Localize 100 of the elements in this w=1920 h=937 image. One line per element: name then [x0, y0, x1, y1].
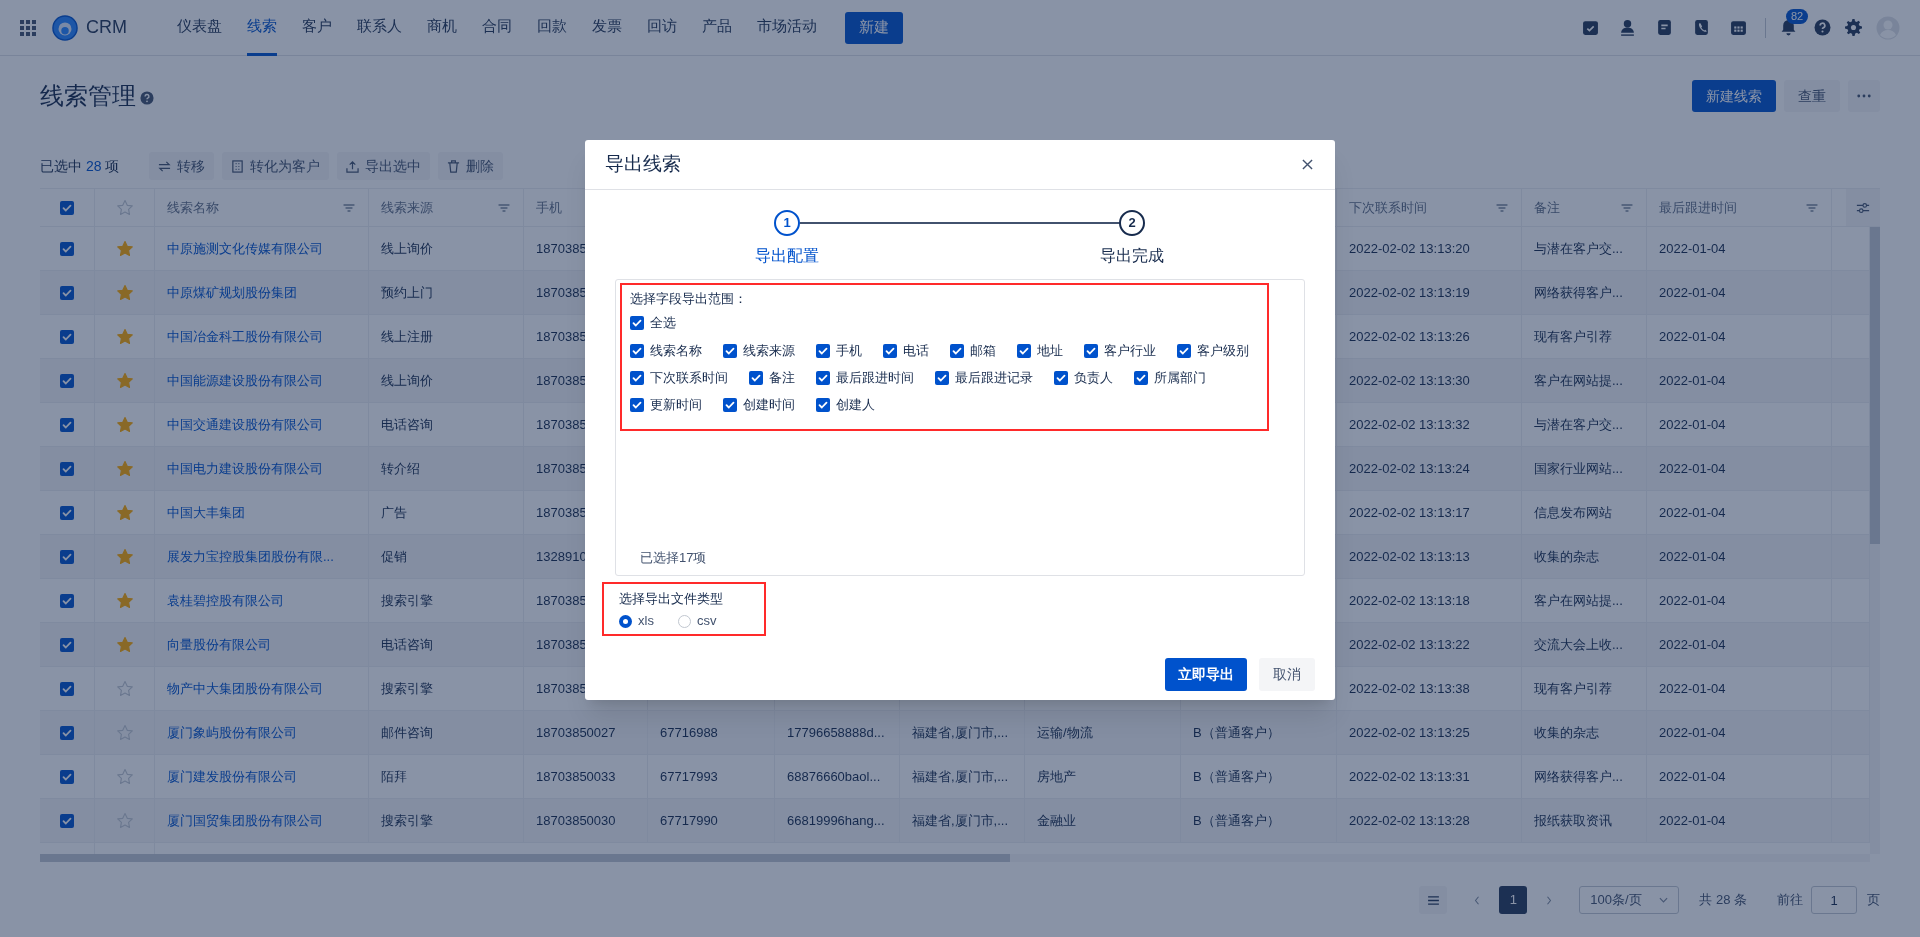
calendar-check-icon[interactable]: [1582, 19, 1599, 36]
nav-tab[interactable]: 市场活动: [757, 0, 817, 56]
list-view-button[interactable]: [1419, 886, 1448, 914]
lead-name-link[interactable]: 中国电力建设股份有限公司: [167, 458, 323, 479]
nav-tab[interactable]: 产品: [702, 0, 732, 56]
star-icon[interactable]: [115, 459, 134, 478]
field-checkbox[interactable]: 负责人: [1054, 364, 1113, 391]
checkbox[interactable]: [60, 461, 74, 476]
field-checkbox[interactable]: 更新时间: [630, 391, 702, 418]
lead-name-link[interactable]: 中国大丰集团: [167, 502, 245, 523]
checkbox[interactable]: [60, 813, 74, 828]
nav-tab[interactable]: 客户: [302, 0, 332, 56]
nav-tab[interactable]: 线索: [247, 0, 277, 56]
star-icon[interactable]: [115, 635, 134, 654]
star-icon[interactable]: [115, 547, 134, 566]
radio-button[interactable]: [619, 614, 632, 628]
checkbox[interactable]: [60, 417, 74, 432]
app-grid-icon[interactable]: [20, 19, 36, 36]
star-icon[interactable]: [115, 811, 134, 830]
calendar-icon[interactable]: [1730, 19, 1747, 36]
vertical-scrollbar[interactable]: [1870, 227, 1880, 854]
cancel-button[interactable]: 取消: [1259, 658, 1315, 691]
document-icon[interactable]: [1656, 19, 1673, 36]
field-checkbox[interactable]: 最后跟进记录: [935, 364, 1033, 391]
star-icon[interactable]: [115, 415, 134, 434]
star-icon[interactable]: [115, 767, 134, 786]
nav-tab[interactable]: 回访: [647, 0, 677, 56]
field-checkbox[interactable]: 创建时间: [723, 391, 795, 418]
nav-tab[interactable]: 回款: [537, 0, 567, 56]
checkbox[interactable]: [60, 241, 74, 256]
checkbox[interactable]: [60, 505, 74, 520]
nav-tab[interactable]: 仪表盘: [177, 0, 222, 56]
lead-name-link[interactable]: 向量股份有限公司: [167, 634, 271, 655]
column-settings-button[interactable]: [1846, 189, 1880, 226]
field-checkbox[interactable]: 客户级别: [1177, 337, 1249, 364]
checkbox[interactable]: [60, 769, 74, 784]
star-icon[interactable]: [115, 239, 134, 258]
horizontal-scrollbar[interactable]: [40, 854, 1870, 862]
checkbox[interactable]: [60, 637, 74, 652]
goto-page-input[interactable]: 1: [1811, 886, 1857, 914]
file-type-radio[interactable]: csv: [677, 611, 717, 631]
star-icon[interactable]: [115, 591, 134, 610]
field-checkbox[interactable]: 电话: [883, 337, 929, 364]
star-icon[interactable]: [115, 198, 134, 217]
field-checkbox[interactable]: 最后跟进时间: [816, 364, 914, 391]
new-lead-button[interactable]: 新建线索: [1692, 80, 1776, 112]
lead-name-link[interactable]: 中国冶金科工股份有限公司: [167, 326, 323, 347]
toolbar-button[interactable]: 导出选中: [337, 152, 431, 180]
lead-name-link[interactable]: 中原施测文化传媒有限公司: [167, 238, 323, 259]
checkbox[interactable]: [60, 593, 74, 608]
field-checkbox[interactable]: 线索来源: [723, 337, 795, 364]
star-icon[interactable]: [115, 327, 134, 346]
star-icon[interactable]: [115, 679, 134, 698]
checkbox[interactable]: [60, 373, 74, 388]
radio-button[interactable]: [677, 614, 691, 628]
settings-icon[interactable]: [1845, 19, 1862, 36]
field-checkbox[interactable]: 创建人: [816, 391, 875, 418]
toolbar-button[interactable]: 删除: [438, 152, 504, 180]
create-button[interactable]: 新建: [845, 11, 903, 44]
field-checkbox[interactable]: 线索名称: [630, 337, 702, 364]
page-size-select[interactable]: 100条/页: [1579, 886, 1680, 914]
checkbox[interactable]: [60, 329, 74, 344]
dedupe-button[interactable]: 查重: [1784, 80, 1840, 112]
nav-tab[interactable]: 合同: [482, 0, 512, 56]
select-all-checkbox[interactable]: 全选: [630, 309, 676, 337]
lead-name-link[interactable]: 展发力宝控股集团股份有限...: [167, 546, 334, 567]
field-checkbox[interactable]: 客户行业: [1084, 337, 1156, 364]
checkbox[interactable]: [60, 200, 74, 215]
field-checkbox[interactable]: 所属部门: [1134, 364, 1206, 391]
lead-name-link[interactable]: 物产中大集团股份有限公司: [167, 678, 323, 699]
field-checkbox[interactable]: 地址: [1017, 337, 1063, 364]
nav-tab[interactable]: 联系人: [357, 0, 402, 56]
page-button[interactable]: 1: [1499, 886, 1528, 914]
lead-name-link[interactable]: 厦门象屿股份有限公司: [167, 722, 297, 743]
star-icon[interactable]: [115, 503, 134, 522]
lead-name-link[interactable]: 厦门国贸集团股份有限公司: [167, 810, 323, 831]
lead-name-link[interactable]: 中国交通建设股份有限公司: [167, 414, 323, 435]
checkbox[interactable]: [60, 725, 74, 740]
star-icon[interactable]: [115, 283, 134, 302]
toolbar-button[interactable]: 转移: [149, 152, 215, 180]
toolbar-button[interactable]: 转化为客户: [222, 152, 330, 180]
field-checkbox[interactable]: 下次联系时间: [630, 364, 728, 391]
help-icon[interactable]: [140, 91, 154, 105]
user-icon[interactable]: [1619, 19, 1636, 36]
field-checkbox[interactable]: 备注: [749, 364, 795, 391]
lead-name-link[interactable]: 中国能源建设股份有限公司: [167, 370, 323, 391]
nav-tab[interactable]: 发票: [592, 0, 622, 56]
help-icon[interactable]: [1814, 19, 1831, 36]
export-now-button[interactable]: 立即导出: [1165, 658, 1247, 691]
checkbox[interactable]: [60, 285, 74, 300]
lead-name-link[interactable]: 中原煤矿规划股份集团: [167, 282, 297, 303]
checkbox[interactable]: [60, 549, 74, 564]
field-checkbox[interactable]: 手机: [816, 337, 862, 364]
lead-name-link[interactable]: 袁桂碧控股有限公司: [167, 590, 284, 611]
nav-tab[interactable]: 商机: [427, 0, 457, 56]
star-icon[interactable]: [115, 371, 134, 390]
phone-book-icon[interactable]: [1693, 19, 1710, 36]
field-checkbox[interactable]: 邮箱: [950, 337, 996, 364]
star-icon[interactable]: [115, 723, 134, 742]
checkbox[interactable]: [60, 681, 74, 696]
